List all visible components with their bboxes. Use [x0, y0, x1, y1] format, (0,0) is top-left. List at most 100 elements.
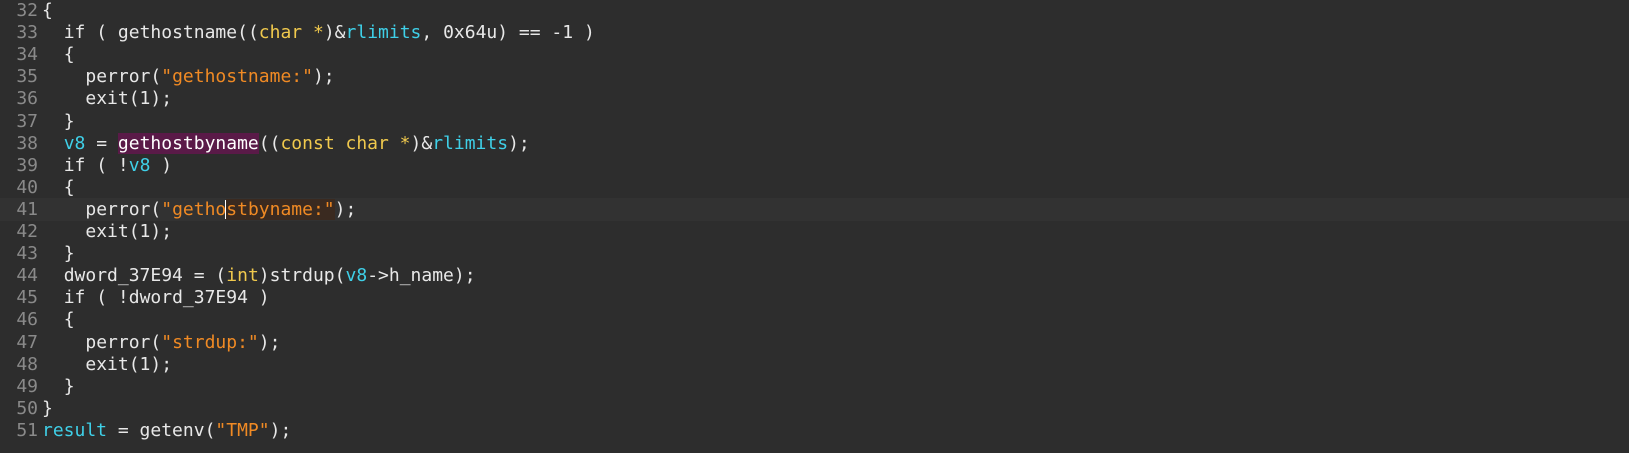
- code-token[interactable]: (1);: [129, 221, 172, 242]
- code-line[interactable]: 36 exit(1);: [0, 87, 1629, 110]
- code-token[interactable]: )&: [411, 133, 433, 154]
- code-token[interactable]: {: [42, 0, 53, 21]
- code-token[interactable]: "getho: [161, 199, 226, 220]
- code-token[interactable]: if: [64, 155, 86, 176]
- code-token[interactable]: (: [335, 265, 346, 286]
- code-token[interactable]: );: [335, 199, 357, 220]
- code-line[interactable]: 51 result = getenv("TMP");: [0, 419, 1629, 442]
- code-text[interactable]: perror("strdup:");: [42, 331, 280, 354]
- code-text[interactable]: }: [42, 110, 75, 133]
- code-line[interactable]: 47 perror("strdup:");: [0, 331, 1629, 354]
- code-text[interactable]: if ( gethostname((char *)&rlimits, 0x64u…: [42, 21, 595, 44]
- code-token[interactable]: exit: [85, 354, 128, 375]
- code-text[interactable]: exit(1);: [42, 353, 172, 376]
- code-token[interactable]: char *: [259, 22, 324, 43]
- code-token[interactable]: "TMP": [215, 420, 269, 441]
- code-token[interactable]: result: [42, 420, 107, 441]
- code-token[interactable]: const char *: [280, 133, 410, 154]
- code-token[interactable]: 0x64u: [443, 22, 497, 43]
- code-token[interactable]: "gethostname:": [161, 66, 313, 87]
- code-text[interactable]: if ( !v8 ): [42, 154, 172, 177]
- code-text[interactable]: v8 = gethostbyname((const char *)&rlimit…: [42, 132, 530, 155]
- code-token[interactable]: v8: [64, 133, 86, 154]
- code-text[interactable]: perror("gethostbyname:");: [42, 198, 356, 221]
- code-text[interactable]: }: [42, 242, 75, 265]
- code-text[interactable]: if ( !dword_37E94 ): [42, 286, 270, 309]
- code-text[interactable]: {: [42, 308, 75, 331]
- code-line[interactable]: 33 if ( gethostname((char *)&rlimits, 0x…: [0, 21, 1629, 44]
- code-token[interactable]: }: [64, 243, 75, 264]
- code-line[interactable]: 39 if ( !v8 ): [0, 154, 1629, 177]
- code-token[interactable]: gethostbyname: [117, 132, 259, 154]
- pseudocode-editor[interactable]: 32{33 if ( gethostname((char *)&rlimits,…: [0, 0, 1629, 453]
- code-token[interactable]: ((: [237, 22, 259, 43]
- code-token[interactable]: (: [150, 332, 161, 353]
- code-token[interactable]: "strdup:": [161, 332, 259, 353]
- code-token[interactable]: = (: [183, 265, 227, 286]
- code-line[interactable]: 50}: [0, 397, 1629, 420]
- code-token[interactable]: }: [64, 111, 75, 132]
- code-token[interactable]: v8: [129, 155, 151, 176]
- code-text[interactable]: perror("gethostname:");: [42, 65, 334, 88]
- code-line[interactable]: 48 exit(1);: [0, 353, 1629, 376]
- code-token[interactable]: {: [64, 44, 75, 65]
- code-token[interactable]: rlimits: [432, 133, 508, 154]
- code-token[interactable]: }: [64, 376, 75, 397]
- code-text[interactable]: }: [42, 397, 53, 420]
- code-token[interactable]: ): [150, 155, 172, 176]
- code-token[interactable]: );: [270, 420, 292, 441]
- code-token[interactable]: dword_37E94: [129, 287, 248, 308]
- code-line[interactable]: 37 }: [0, 110, 1629, 133]
- code-text[interactable]: {: [42, 43, 75, 66]
- code-text[interactable]: }: [42, 375, 75, 398]
- code-token[interactable]: (: [85, 22, 118, 43]
- code-line[interactable]: 43 }: [0, 242, 1629, 265]
- code-token[interactable]: if: [64, 22, 86, 43]
- code-token[interactable]: );: [259, 332, 281, 353]
- code-token[interactable]: v8: [346, 265, 368, 286]
- code-line[interactable]: 46 {: [0, 308, 1629, 331]
- code-token[interactable]: dword_37E94: [64, 265, 183, 286]
- code-token[interactable]: );: [508, 133, 530, 154]
- code-text[interactable]: result = getenv("TMP");: [42, 419, 291, 442]
- code-text[interactable]: dword_37E94 = (int)strdup(v8->h_name);: [42, 264, 476, 287]
- code-token[interactable]: =: [85, 133, 118, 154]
- code-token[interactable]: strdup: [270, 265, 335, 286]
- code-line[interactable]: 42 exit(1);: [0, 220, 1629, 243]
- code-line[interactable]: 49 }: [0, 375, 1629, 398]
- code-token[interactable]: (: [205, 420, 216, 441]
- code-token[interactable]: perror: [85, 66, 150, 87]
- code-token[interactable]: )&: [324, 22, 346, 43]
- code-token[interactable]: int: [226, 265, 259, 286]
- code-token[interactable]: {: [64, 309, 75, 330]
- code-text[interactable]: exit(1);: [42, 220, 172, 243]
- code-token[interactable]: rlimits: [346, 22, 422, 43]
- code-token[interactable]: if: [64, 287, 86, 308]
- code-text[interactable]: exit(1);: [42, 87, 172, 110]
- code-line[interactable]: 40 {: [0, 176, 1629, 199]
- code-token[interactable]: (: [150, 66, 161, 87]
- code-token[interactable]: perror: [85, 199, 150, 220]
- code-token[interactable]: ((: [259, 133, 281, 154]
- code-line[interactable]: 38 v8 = gethostbyname((const char *)&rli…: [0, 132, 1629, 155]
- code-line[interactable]: 32{: [0, 0, 1629, 22]
- code-token[interactable]: (1);: [129, 354, 172, 375]
- code-token[interactable]: ): [248, 287, 270, 308]
- code-token[interactable]: (1);: [129, 88, 172, 109]
- code-line[interactable]: 44 dword_37E94 = (int)strdup(v8->h_name)…: [0, 264, 1629, 287]
- code-token[interactable]: ->h_name);: [367, 265, 475, 286]
- code-token[interactable]: }: [42, 398, 53, 419]
- code-token[interactable]: exit: [85, 88, 128, 109]
- code-token[interactable]: ,: [421, 22, 443, 43]
- code-token[interactable]: perror: [85, 332, 150, 353]
- code-token[interactable]: getenv: [140, 420, 205, 441]
- code-token[interactable]: (: [150, 199, 161, 220]
- code-text[interactable]: {: [42, 176, 75, 199]
- code-token[interactable]: stbyname:": [226, 198, 335, 220]
- code-token[interactable]: ) == -1 ): [497, 22, 595, 43]
- code-token[interactable]: exit: [85, 221, 128, 242]
- code-text[interactable]: {: [42, 0, 53, 22]
- code-token[interactable]: gethostname: [118, 22, 237, 43]
- code-token[interactable]: ): [259, 265, 270, 286]
- code-token[interactable]: ( !: [85, 287, 129, 308]
